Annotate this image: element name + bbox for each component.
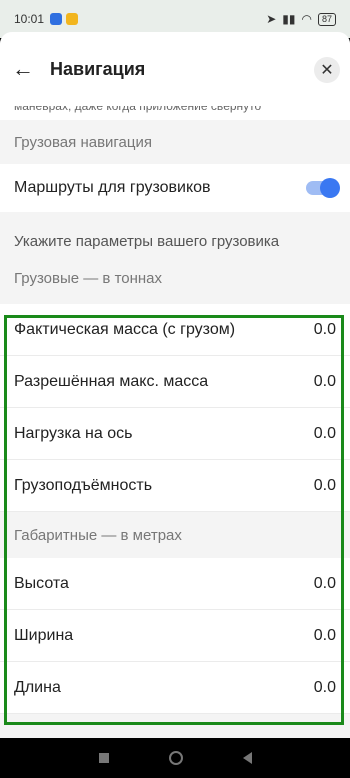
- row-value: 0.0: [313, 372, 336, 390]
- truck-routes-label: Маршруты для грузовиков: [14, 179, 211, 196]
- back-icon[interactable]: [242, 752, 252, 764]
- location-icon: ➤: [266, 12, 277, 26]
- row-value: 0.0: [313, 626, 336, 644]
- row-value: 0.0: [313, 424, 336, 442]
- row-label: Нагрузка на ось: [14, 424, 133, 442]
- close-icon[interactable]: ✕: [314, 57, 340, 83]
- truck-nav-section-title: Грузовая навигация: [0, 120, 350, 164]
- dims-section-title: Габаритные — в метрах: [0, 512, 350, 558]
- weight-list: Фактическая масса (с грузом) 0.0 Разрешё…: [0, 304, 350, 512]
- status-icons: ➤ ▮▮ ◠ 87: [266, 12, 336, 26]
- truck-routes-row[interactable]: Маршруты для грузовиков: [0, 164, 350, 212]
- back-arrow-icon[interactable]: ←: [12, 58, 34, 80]
- weight-row-capacity[interactable]: Грузоподъёмность 0.0: [0, 460, 350, 512]
- row-label: Фактическая масса (с грузом): [14, 320, 236, 338]
- page-title: Навигация: [50, 59, 146, 79]
- signal-icon: ▮▮: [282, 12, 296, 26]
- recents-icon[interactable]: [98, 753, 109, 763]
- dims-list: Высота 0.0 Ширина 0.0 Длина 0.0: [0, 558, 350, 714]
- dims-row-height[interactable]: Высота 0.0: [0, 558, 350, 610]
- truck-routes-toggle[interactable]: [306, 178, 340, 198]
- wifi-icon: ◠: [301, 12, 312, 26]
- weight-row-axle[interactable]: Нагрузка на ось 0.0: [0, 408, 350, 460]
- row-value: 0.0: [313, 678, 336, 696]
- dims-row-width[interactable]: Ширина 0.0: [0, 610, 350, 662]
- home-icon[interactable]: [168, 751, 183, 765]
- row-value: 0.0: [313, 320, 336, 338]
- battery-icon: 87: [317, 12, 336, 26]
- toggle-knob: [320, 178, 340, 198]
- weight-row-max[interactable]: Разрешённая макс. масса 0.0: [0, 356, 350, 408]
- row-label: Грузоподъёмность: [14, 476, 153, 494]
- header: ← Навигация ✕: [0, 32, 350, 106]
- row-label: Длина: [14, 678, 61, 696]
- dims-row-length[interactable]: Длина 0.0: [0, 662, 350, 714]
- status-time: 10:01: [14, 12, 45, 26]
- row-value: 0.0: [313, 574, 336, 592]
- weight-section-title: Грузовые — в тоннах: [0, 258, 350, 298]
- weight-row-actual[interactable]: Фактическая масса (с грузом) 0.0: [0, 304, 350, 356]
- row-label: Высота: [14, 574, 69, 592]
- settings-sheet: ← Навигация ✕ манёврах, даже когда прило…: [0, 32, 350, 738]
- phone-app-icon: [50, 13, 63, 25]
- row-label: Ширина: [14, 626, 74, 644]
- notification-app-icon: [66, 13, 79, 25]
- row-value: 0.0: [313, 476, 336, 494]
- row-label: Разрешённая макс. масса: [14, 372, 209, 390]
- system-nav-bar: [0, 738, 350, 778]
